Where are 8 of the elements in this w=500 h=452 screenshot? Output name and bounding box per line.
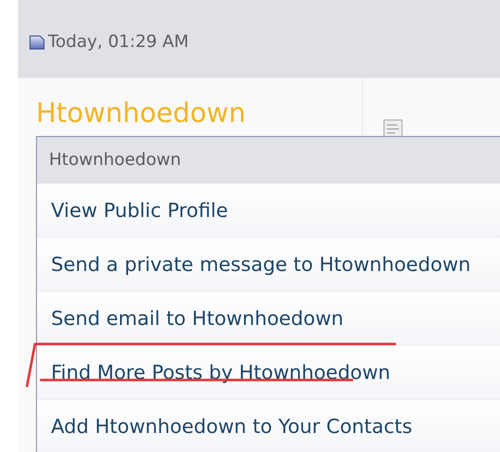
menu-title: Htownhoedown [37,137,500,183]
menu-item[interactable]: Add Htownhoedown to Your Contacts [37,399,500,452]
document-icon [29,34,45,50]
post-date: Today, 01:29 AM [48,32,189,52]
menu-item[interactable]: Send email to Htownhoedown [37,291,500,345]
menu-item[interactable]: Find More Posts by Htownhoedown [37,345,500,399]
menu-item[interactable]: Send a private message to Htownhoedown [37,237,500,291]
menu-item[interactable]: View Public Profile [37,183,500,237]
